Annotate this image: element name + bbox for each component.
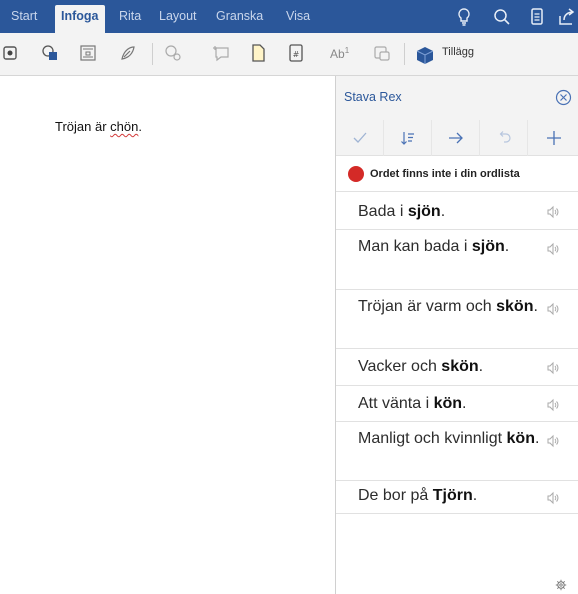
search-icon[interactable] [492, 7, 512, 27]
stava-rex-panel: Stava Rex Ordet finns inte i din ordlist… [335, 76, 578, 594]
footnote-sup: 1 [344, 46, 350, 55]
suggestion-before: Manligt och kvinnligt [358, 430, 507, 447]
check-icon [353, 132, 366, 143]
suggestion-word: sjön [407, 203, 441, 220]
suggestion-before: De bor på [358, 487, 433, 504]
sort-button[interactable] [384, 120, 432, 156]
toolbar-separator [404, 43, 405, 65]
page-number-icon[interactable]: # [286, 43, 306, 63]
suggestion-word: Tjörn [432, 487, 473, 504]
suggestion-after: . [462, 395, 467, 412]
suggestion-text: Man kan bada i sjön. [358, 235, 543, 258]
speaker-icon[interactable] [546, 205, 560, 219]
header-icon[interactable] [248, 43, 268, 63]
tab-rita[interactable]: Rita [119, 9, 141, 23]
speaker-icon[interactable] [546, 302, 560, 316]
suggestion-word: kön [433, 395, 463, 412]
suggestion-after: . [504, 238, 510, 255]
suggestion-before: Bada i [358, 203, 408, 220]
accept-button[interactable] [336, 120, 384, 156]
speaker-icon[interactable] [546, 361, 560, 375]
speaker-icon[interactable] [546, 434, 560, 448]
misspelled-word[interactable]: chön [110, 119, 138, 134]
tab-visa[interactable]: Visa [286, 9, 310, 23]
suggestion-item[interactable]: Man kan bada i sjön. [336, 230, 578, 290]
plus-icon [546, 131, 561, 145]
toolbar-separator [152, 43, 153, 65]
tab-layout[interactable]: Layout [159, 9, 197, 23]
suggestion-text: Manligt och kvinnligt kön. [358, 427, 543, 450]
not-in-dictionary-notice: Ordet finns inte i din ordlista [336, 156, 578, 192]
panel-toolbar [336, 120, 578, 156]
suggestion-after: . [534, 430, 540, 447]
suggestion-before: Vacker och [358, 358, 442, 375]
suggestion-item[interactable]: Vacker och skön. [336, 349, 578, 386]
panel-title: Stava Rex [344, 90, 402, 104]
svg-text:#: # [293, 50, 300, 59]
shapes-icon[interactable] [40, 43, 60, 63]
text-box-icon[interactable] [2, 43, 22, 63]
suggestion-item[interactable]: Bada i sjön. [336, 192, 578, 230]
document-icon[interactable] [527, 7, 547, 27]
suggestion-word: skön [496, 298, 534, 315]
suggestion-text: Vacker och skön. [358, 355, 543, 378]
panel-header: Stava Rex [336, 76, 578, 120]
suggestion-word: kön [506, 430, 535, 447]
arrow-right-icon [448, 132, 463, 144]
ribbon-tab-bar: Start Infoga Rita Layout Granska Visa [0, 0, 578, 33]
addins-label: Tillägg [442, 46, 474, 58]
document-paragraph[interactable]: Tröjan är chön. [55, 119, 142, 134]
suggestion-text: De bor på Tjörn. [358, 484, 543, 507]
suggestion-text: Bada i sjön. [358, 200, 543, 223]
addins-icon [416, 47, 434, 64]
suggestion-item[interactable]: Manligt och kvinnligt kön. [336, 422, 578, 481]
wordart-icon[interactable] [372, 43, 392, 63]
suggestion-item[interactable]: Att vänta i kön. [336, 386, 578, 422]
insert-toolbar: # Ab1 Tillägg [0, 33, 578, 76]
sort-icon [400, 132, 414, 145]
speaker-icon[interactable] [546, 242, 560, 256]
suggestion-word: skön [441, 358, 479, 375]
add-word-button[interactable] [528, 120, 578, 156]
online-picture-icon[interactable] [163, 43, 183, 63]
notice-text: Ordet finns inte i din ordlista [370, 168, 520, 180]
suggestion-after: . [472, 487, 478, 504]
speaker-icon[interactable] [546, 398, 560, 412]
suggestion-before: Tröjan är varm och [358, 298, 497, 315]
suggestion-before: Att vänta i [358, 395, 434, 412]
table-icon[interactable] [78, 43, 98, 63]
footnote-text: Ab [330, 47, 345, 61]
suggestion-text: Tröjan är varm och skön. [358, 295, 543, 318]
tab-start[interactable]: Start [11, 9, 37, 23]
picture-icon[interactable] [118, 43, 138, 63]
addins-button[interactable]: Tillägg [414, 41, 494, 67]
undo-icon [499, 131, 511, 143]
document-text-after: . [138, 119, 142, 134]
gear-icon[interactable] [555, 579, 567, 591]
next-button[interactable] [432, 120, 480, 156]
lightbulb-icon[interactable] [454, 7, 474, 27]
close-icon[interactable] [555, 89, 572, 106]
footnote-icon[interactable]: Ab1 [330, 46, 349, 61]
tab-granska[interactable]: Granska [216, 9, 263, 23]
tab-infoga[interactable]: Infoga [55, 5, 105, 33]
suggestion-after: . [478, 358, 484, 375]
document-text-before: Tröjan är [55, 119, 111, 134]
share-icon[interactable] [557, 7, 577, 27]
undo-button[interactable] [480, 120, 528, 156]
suggestion-after: . [440, 203, 446, 220]
comment-icon[interactable] [212, 43, 232, 63]
suggestion-word: sjön [471, 238, 505, 255]
suggestion-item[interactable]: Tröjan är varm och skön. [336, 290, 578, 349]
suggestion-before: Man kan bada i [358, 238, 472, 255]
suggestion-text: Att vänta i kön. [358, 392, 543, 415]
speaker-icon[interactable] [546, 491, 560, 505]
status-dot [348, 166, 364, 182]
suggestion-after: . [533, 298, 538, 315]
suggestion-item[interactable]: De bor på Tjörn. [336, 481, 578, 514]
